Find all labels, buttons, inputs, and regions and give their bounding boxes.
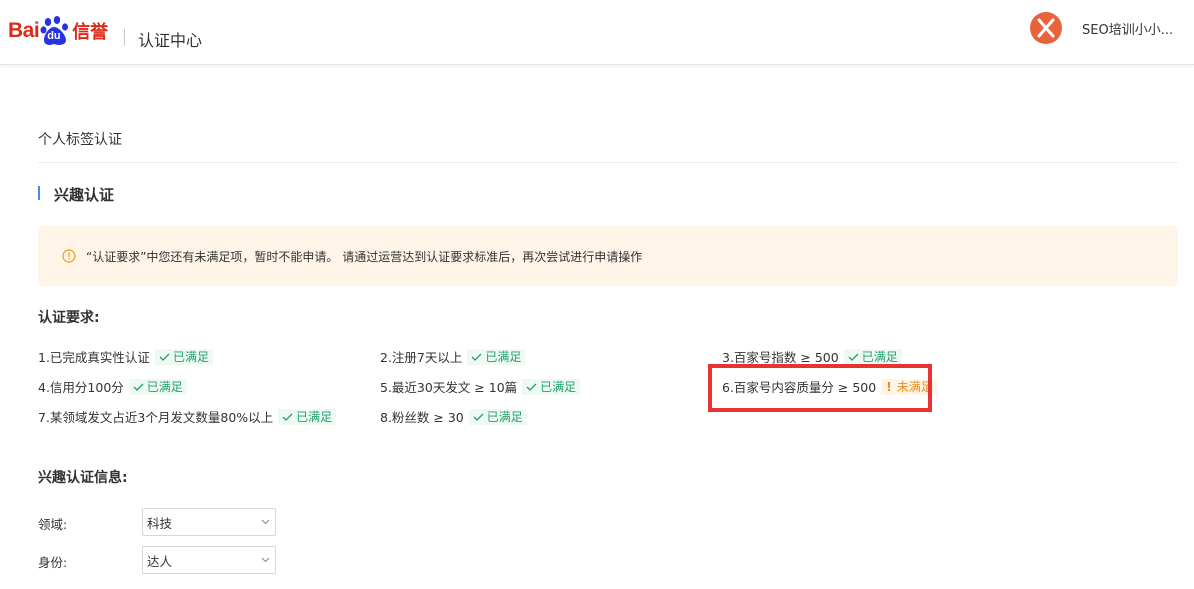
logo-bai-text: Bai [8, 19, 40, 42]
user-avatar[interactable] [1030, 12, 1062, 44]
requirement-label: 4.信用分100分 [38, 380, 124, 395]
requirements-title: 认证要求: [38, 310, 100, 326]
username-label[interactable]: SEO培训小小... [1082, 19, 1173, 38]
header-title: 认证中心 [138, 31, 203, 50]
header-divider [124, 29, 125, 46]
check-icon [133, 383, 144, 391]
identity-select[interactable]: 达人 [142, 546, 276, 574]
requirement-item: 2.注册7天以上 已满足 [380, 347, 526, 366]
logo-du-text: du [47, 30, 61, 42]
chevron-down-icon [261, 519, 270, 525]
subtitle-divider [38, 162, 1178, 163]
identity-select-value: 达人 [147, 553, 173, 569]
top-header: Bai du 信誉 认证中心 SEO培训小小... [0, 0, 1194, 65]
warning-notice: “认证要求”中您还有未满足项，暂时不能申请。 请通过运营达到认证要求标准后，再次… [38, 226, 1178, 286]
check-icon [282, 413, 293, 421]
baidu-xinyu-logo[interactable]: Bai du 信誉 [8, 14, 108, 48]
domain-select-value: 科技 [147, 515, 173, 531]
status-text: 已满足 [146, 380, 183, 394]
status-badge-met: 已满足 [278, 408, 337, 425]
status-text: 已满足 [296, 410, 333, 424]
requirement-label: 5.最近30天发文 ≥ 10篇 [380, 380, 518, 395]
requirement-label: 1.已完成真实性认证 [38, 350, 150, 365]
status-text: 已满足 [540, 380, 577, 394]
notice-text: “认证要求”中您还有未满足项，暂时不能申请。 请通过运营达到认证要求标准后，再次… [86, 249, 643, 264]
identity-label: 身份: [38, 555, 68, 570]
status-badge-met: 已满足 [522, 378, 581, 395]
requirement-item: 7.某领域发文占近3个月发文数量80%以上 已满足 [38, 407, 337, 426]
baidu-paw-icon: du [40, 15, 70, 47]
status-badge-met: 已满足 [154, 348, 213, 365]
section-accent-bar [38, 186, 40, 200]
status-badge-met: 已满足 [467, 348, 526, 365]
check-icon [473, 413, 484, 421]
check-icon [526, 383, 537, 391]
check-icon [471, 353, 482, 361]
status-badge-met: 已满足 [468, 408, 527, 425]
requirement-label: 2.注册7天以上 [380, 350, 463, 365]
requirement-item: 8.粉丝数 ≥ 30 已满足 [380, 407, 527, 426]
logo-xinyu-text: 信誉 [72, 22, 109, 43]
check-icon [159, 353, 170, 361]
status-badge-met: 已满足 [843, 348, 902, 365]
interest-info-title: 兴趣认证信息: [38, 470, 128, 486]
check-icon [848, 353, 859, 361]
domain-select[interactable]: 科技 [142, 508, 276, 536]
status-text: 已满足 [485, 350, 522, 364]
domain-label: 领域: [38, 517, 68, 532]
status-text: 已满足 [486, 410, 523, 424]
status-badge-met: 已满足 [128, 378, 187, 395]
requirement-item: 1.已完成真实性认证 已满足 [38, 347, 213, 366]
status-text: 已满足 [172, 350, 209, 364]
requirement-item: 5.最近30天发文 ≥ 10篇 已满足 [380, 377, 581, 396]
requirement-label: 8.粉丝数 ≥ 30 [380, 410, 464, 425]
red-highlight-annotation [708, 364, 932, 412]
requirement-item: 4.信用分100分 已满足 [38, 377, 187, 396]
requirement-label: 7.某领域发文占近3个月发文数量80%以上 [38, 410, 274, 425]
warning-circle-icon [62, 249, 76, 263]
chevron-down-icon [261, 557, 270, 563]
page-subtitle: 个人标签认证 [38, 132, 122, 148]
status-text: 已满足 [861, 350, 898, 364]
section-title: 兴趣认证 [54, 186, 115, 204]
